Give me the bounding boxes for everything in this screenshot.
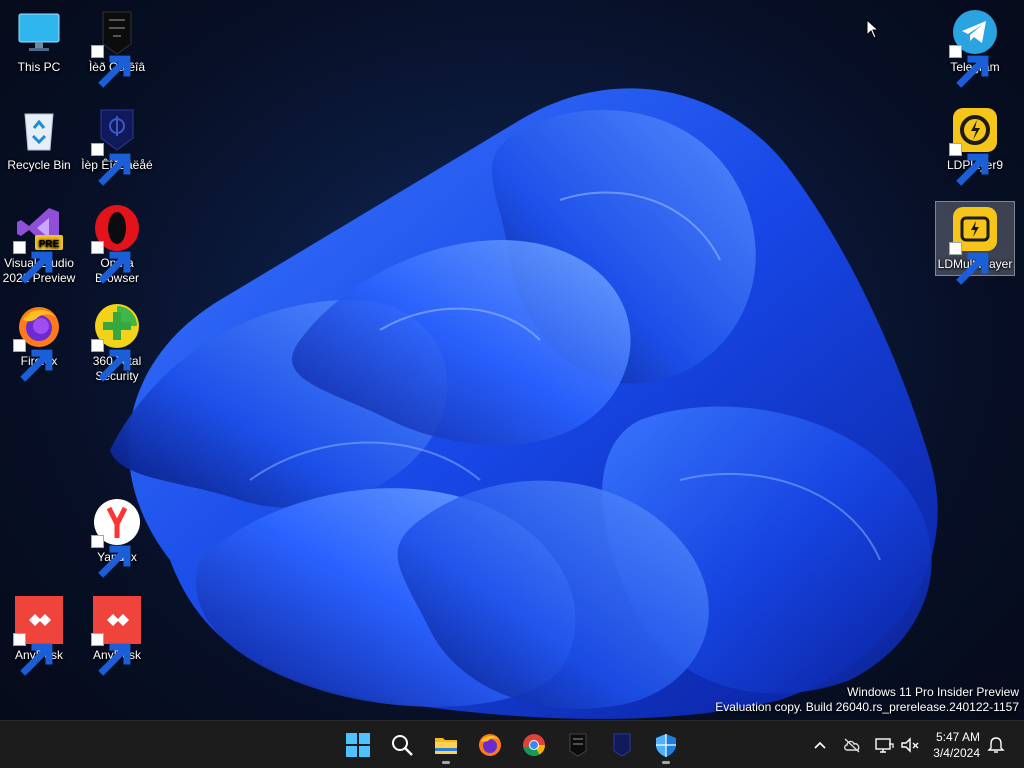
search-icon [392, 735, 413, 756]
monitor-icon [15, 8, 63, 56]
ldmultiplayer-icon [949, 205, 999, 285]
warships-icon [613, 733, 631, 757]
visual-studio-icon: PRE [13, 204, 63, 284]
shortcut-arrow-icon [91, 339, 131, 382]
taskbar-tanks-game[interactable] [558, 725, 598, 765]
shortcut-arrow-icon [949, 45, 989, 88]
firefox-shortcut[interactable]: Firefox [0, 302, 78, 382]
file-explorer-icon [435, 738, 457, 754]
shortcut-arrow-icon [13, 633, 53, 676]
bell-icon [987, 737, 1005, 753]
this-pc-label: This PC [17, 60, 61, 74]
evaluation-watermark: Windows 11 Pro Insider Preview Evaluatio… [715, 685, 1019, 715]
anydesk-icon [91, 596, 141, 676]
tanks-game-shortcut[interactable]: Ìèð Òàíêîâ [78, 8, 156, 88]
anydesk-shortcut-2[interactable]: AnyDesk [78, 596, 156, 676]
taskbar-clock[interactable]: 5:47 AM 3/4/2024 [933, 729, 980, 761]
clock-date: 3/4/2024 [933, 746, 980, 760]
shortcut-arrow-icon [91, 633, 131, 676]
tank-game-icon [91, 8, 141, 88]
taskbar-warships-game[interactable] [602, 725, 642, 765]
opera-icon [91, 204, 141, 284]
show-hidden-icons-button[interactable] [810, 735, 830, 755]
shortcut-arrow-icon [91, 241, 131, 284]
clock-time: 5:47 AM [935, 730, 980, 744]
chrome-icon [523, 734, 545, 756]
windows-logo-icon [346, 733, 370, 757]
cloud-offline-icon [844, 738, 860, 753]
yandex-icon [91, 498, 141, 578]
defender-icon [656, 734, 676, 757]
ldmultiplayer-shortcut[interactable]: LDMultiPlayer [935, 201, 1015, 285]
anydesk-shortcut-1[interactable]: AnyDesk [0, 596, 78, 676]
recycle-bin-shortcut[interactable]: Recycle Bin [0, 106, 78, 173]
anydesk-icon [13, 596, 63, 676]
shortcut-arrow-icon [91, 143, 131, 186]
chevron-up-icon [814, 741, 826, 749]
warships-game-shortcut[interactable]: Ìèр Êîðàáëåé [78, 106, 156, 186]
game-icon [569, 733, 587, 757]
shortcut-arrow-icon [91, 535, 131, 578]
this-pc-shortcut[interactable]: This PC [0, 8, 78, 75]
shortcut-arrow-icon [949, 143, 989, 186]
ldplayer-shortcut[interactable]: LDPlayer9 [936, 106, 1014, 186]
running-indicator [442, 761, 450, 764]
shortcut-arrow-icon [13, 339, 53, 382]
shortcut-arrow-icon [949, 242, 989, 285]
start-button[interactable] [338, 725, 378, 765]
360-total-security-shortcut[interactable]: 360 Total Security [78, 302, 156, 384]
ldplayer-icon [949, 106, 999, 186]
telegram-shortcut[interactable]: Telegram [936, 8, 1014, 88]
taskbar-chrome[interactable] [514, 725, 554, 765]
taskbar-defender[interactable] [646, 725, 686, 765]
shortcut-arrow-icon [13, 241, 53, 284]
yandex-shortcut[interactable]: Yandex [78, 498, 156, 578]
opera-shortcut[interactable]: Opera Browser [78, 204, 156, 286]
firefox-icon [13, 302, 63, 382]
watermark-line2: Evaluation copy. Build 26040.rs_prerelea… [715, 700, 1019, 714]
taskbar-firefox[interactable] [470, 725, 510, 765]
network-tray-button[interactable] [874, 735, 894, 755]
telegram-icon [949, 8, 999, 88]
running-indicator [662, 761, 670, 764]
visual-studio-shortcut[interactable]: PRE Visual Studio 2022 Preview [0, 204, 78, 286]
recycle-bin-label: Recycle Bin [7, 158, 71, 172]
warships-game-icon [91, 106, 141, 186]
360-security-icon [91, 302, 141, 382]
speaker-muted-icon [901, 737, 919, 753]
volume-tray-button[interactable] [900, 735, 920, 755]
onedrive-tray-button[interactable] [842, 735, 862, 755]
shortcut-arrow-icon [91, 45, 131, 88]
taskbar-file-explorer[interactable] [426, 725, 466, 765]
watermark-line1: Windows 11 Pro Insider Preview [847, 685, 1019, 699]
network-icon [875, 738, 894, 753]
firefox-icon [479, 734, 501, 756]
mouse-pointer-icon [866, 19, 878, 39]
notifications-button[interactable] [986, 735, 1006, 755]
recycle-bin-icon [15, 106, 63, 154]
taskbar: 5:47 AM 3/4/2024 [0, 720, 1024, 768]
search-button[interactable] [382, 725, 422, 765]
